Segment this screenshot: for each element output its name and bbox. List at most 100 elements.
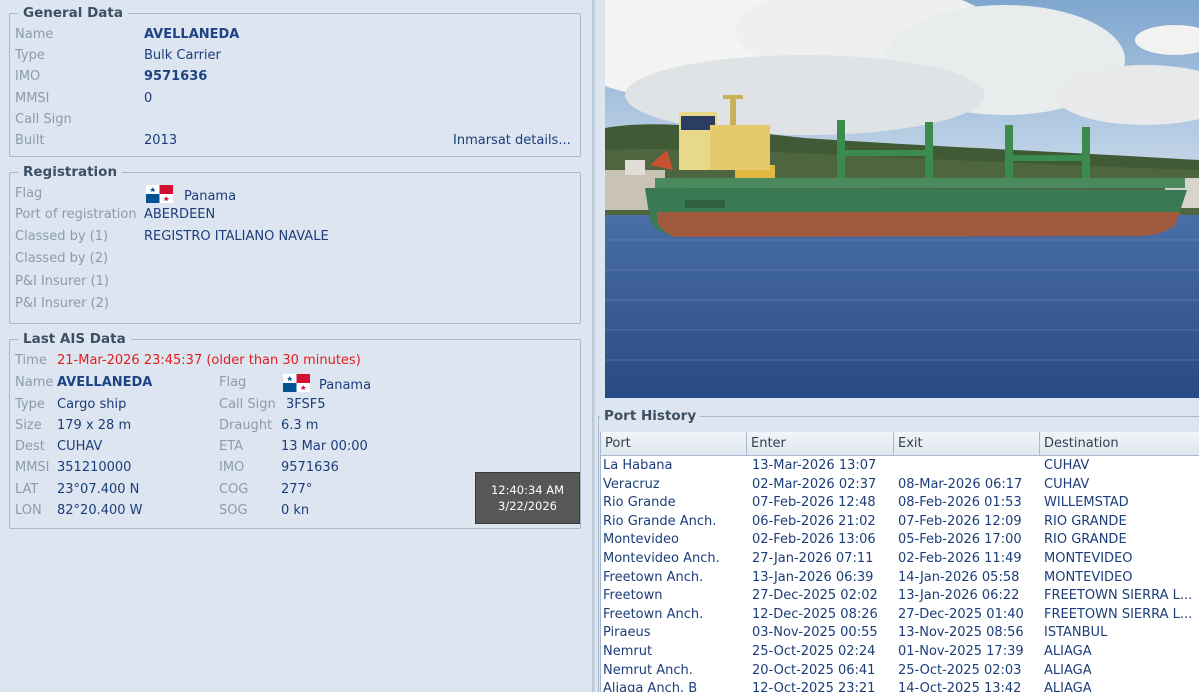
cell-exit: 14-Jan-2026 05:58 xyxy=(898,569,1020,585)
table-row[interactable]: Nemrut 25-Oct-2025 02:24 01-Nov-2025 17:39… xyxy=(601,643,1199,662)
ais-size: 179 x 28 m xyxy=(57,418,132,433)
ais-draught: 6.3 m xyxy=(281,418,319,433)
cell-enter: 13-Jan-2026 06:39 xyxy=(752,569,874,585)
cell-destination: WILLEMSTAD xyxy=(1044,495,1129,511)
classed-by-1: REGISTRO ITALIANO NAVALE xyxy=(144,229,329,244)
ais-size-label: Size xyxy=(15,418,42,433)
cell-destination: FREETOWN SIERRA L... xyxy=(1044,606,1193,622)
cell-exit: 02-Feb-2026 11:49 xyxy=(898,551,1022,566)
panama-flag-icon xyxy=(283,374,310,392)
panama-flag-icon xyxy=(146,185,173,203)
ais-eta-label: ETA xyxy=(219,439,244,454)
ais-mmsi: 351210000 xyxy=(57,460,132,475)
cell-port: Piraeus xyxy=(603,625,651,641)
column-header-exit[interactable]: Exit xyxy=(894,432,1040,456)
cell-destination: ALIAGA xyxy=(1044,662,1092,678)
registration-flag-name: Panama xyxy=(184,189,237,204)
ais-lon-label: LON xyxy=(15,503,42,518)
pi-insurer-1-label: P&I Insurer (1) xyxy=(15,274,109,289)
cell-port: Montevideo Anch. xyxy=(603,551,720,566)
column-header-port[interactable]: Port xyxy=(601,432,747,456)
ais-lat-label: LAT xyxy=(15,482,39,497)
mmsi-label: MMSI xyxy=(15,91,50,106)
cell-destination: ALIAGA xyxy=(1044,644,1092,659)
table-row[interactable]: Veracruz 02-Mar-2026 02:37 08-Mar-2026 06:… xyxy=(601,476,1199,495)
vessel-type: Bulk Carrier xyxy=(144,48,221,63)
ais-callsign-label: Call Sign xyxy=(219,397,276,412)
ais-type: Cargo ship xyxy=(57,397,127,412)
table-row[interactable]: Freetown 27-Dec-2025 02:02 13-Jan-2026 06:… xyxy=(601,587,1199,606)
cell-port: Veracruz xyxy=(603,476,660,492)
cell-exit: 13-Jan-2026 06:22 xyxy=(898,588,1020,604)
ais-dest: CUHAV xyxy=(57,439,103,454)
cell-enter: 07-Feb-2026 12:48 xyxy=(752,495,876,511)
cell-port: Montevideo xyxy=(603,532,680,548)
ais-imo-label: IMO xyxy=(219,460,245,475)
cell-exit: 14-Oct-2025 13:42 xyxy=(898,681,1022,692)
vessel-name: AVELLANEDA xyxy=(144,27,240,42)
table-row[interactable]: La Habana 13-Mar-2026 13:07 CUHAV xyxy=(601,457,1199,476)
ais-name: AVELLANEDA xyxy=(57,375,153,390)
ais-cog: 277° xyxy=(281,482,313,497)
registration-title: Registration xyxy=(18,164,123,180)
table-row[interactable]: Rio Grande Anch. 06-Feb-2026 21:02 07-Feb-… xyxy=(601,513,1199,532)
ais-dest-label: Dest xyxy=(15,439,45,454)
column-header-destination[interactable]: Destination xyxy=(1040,432,1199,456)
port-of-registration-label: Port of registration xyxy=(15,207,137,222)
cell-port: Rio Grande Anch. xyxy=(603,513,717,529)
ais-flag-label: Flag xyxy=(219,375,247,390)
cell-port: Nemrut xyxy=(603,644,653,659)
inmarsat-details-link[interactable]: Inmarsat details... xyxy=(453,132,571,150)
classed-by-1-label: Classed by (1) xyxy=(15,229,109,244)
imo-label: IMO xyxy=(15,69,41,84)
type-label: Type xyxy=(15,48,45,63)
ais-cog-label: COG xyxy=(219,482,249,497)
ais-callsign: 3FSF5 xyxy=(286,397,326,412)
table-row[interactable]: Aliaga Anch. B 12-Oct-2025 23:21 14-Oct-20… xyxy=(601,680,1199,692)
vessel-built: 2013 xyxy=(144,133,178,148)
port-of-registration: ABERDEEN xyxy=(144,207,216,222)
cell-exit: 08-Mar-2026 06:17 xyxy=(898,476,1023,492)
last-ais-data-title: Last AIS Data xyxy=(18,331,131,347)
vessel-imo: 9571636 xyxy=(144,69,208,84)
ais-flag-name: Panama xyxy=(319,378,372,393)
cell-enter: 27-Dec-2025 02:02 xyxy=(752,588,878,604)
table-row[interactable]: Montevideo Anch. 27-Jan-2026 07:11 02-Feb-… xyxy=(601,550,1199,569)
cell-enter: 12-Dec-2025 08:26 xyxy=(752,606,878,622)
cell-exit: 05-Feb-2026 17:00 xyxy=(898,532,1022,548)
cell-destination: MONTEVIDEO xyxy=(1044,569,1133,585)
table-row[interactable]: Freetown Anch. 12-Dec-2025 08:26 27-Dec-20… xyxy=(601,606,1199,625)
cell-port: Freetown Anch. xyxy=(603,569,704,585)
column-header-enter[interactable]: Enter xyxy=(747,432,894,456)
port-history-table[interactable]: Port Enter Exit Destination La Habana 13-… xyxy=(600,432,1199,692)
cell-enter: 27-Jan-2026 07:11 xyxy=(752,551,874,566)
table-row[interactable]: Nemrut Anch. 20-Oct-2025 06:41 25-Oct-2025… xyxy=(601,662,1199,681)
table-row[interactable]: Montevideo 02-Feb-2026 13:06 05-Feb-2026 1… xyxy=(601,531,1199,550)
ais-sog: 0 kn xyxy=(281,503,310,518)
cell-destination: ALIAGA xyxy=(1044,681,1092,692)
cell-exit: 13-Nov-2025 08:56 xyxy=(898,625,1024,641)
ais-draught-label: Draught xyxy=(219,418,273,433)
flag-label: Flag xyxy=(15,186,43,201)
ais-flag: Panama xyxy=(281,374,372,393)
cell-destination: RIO GRANDE xyxy=(1044,532,1127,548)
clock-time: 12:40:34 AM xyxy=(490,483,565,497)
cell-port: Freetown xyxy=(603,588,663,604)
table-row[interactable]: Rio Grande 07-Feb-2026 12:48 08-Feb-2026 0… xyxy=(601,494,1199,513)
cell-exit: 01-Nov-2025 17:39 xyxy=(898,644,1024,659)
classed-by-2-label: Classed by (2) xyxy=(15,251,109,266)
cell-exit xyxy=(898,457,1038,476)
clock-tooltip: 12:40:34 AM 3/22/2026 xyxy=(475,472,580,524)
cell-destination: FREETOWN SIERRA L... xyxy=(1044,588,1193,604)
table-row[interactable]: Freetown Anch. 13-Jan-2026 06:39 14-Jan-20… xyxy=(601,569,1199,588)
cell-port: Rio Grande xyxy=(603,495,676,511)
general-data-title: General Data xyxy=(18,5,128,21)
cell-destination: CUHAV xyxy=(1044,458,1090,473)
callsign-label: Call Sign xyxy=(15,112,72,127)
panel-splitter[interactable] xyxy=(592,0,595,692)
cell-enter: 20-Oct-2025 06:41 xyxy=(752,662,876,678)
cell-enter: 02-Feb-2026 13:06 xyxy=(752,532,876,548)
table-row[interactable]: Piraeus 03-Nov-2025 00:55 13-Nov-2025 08:5… xyxy=(601,624,1199,643)
ais-imo: 9571636 xyxy=(281,460,339,475)
vessel-mmsi: 0 xyxy=(144,91,153,106)
